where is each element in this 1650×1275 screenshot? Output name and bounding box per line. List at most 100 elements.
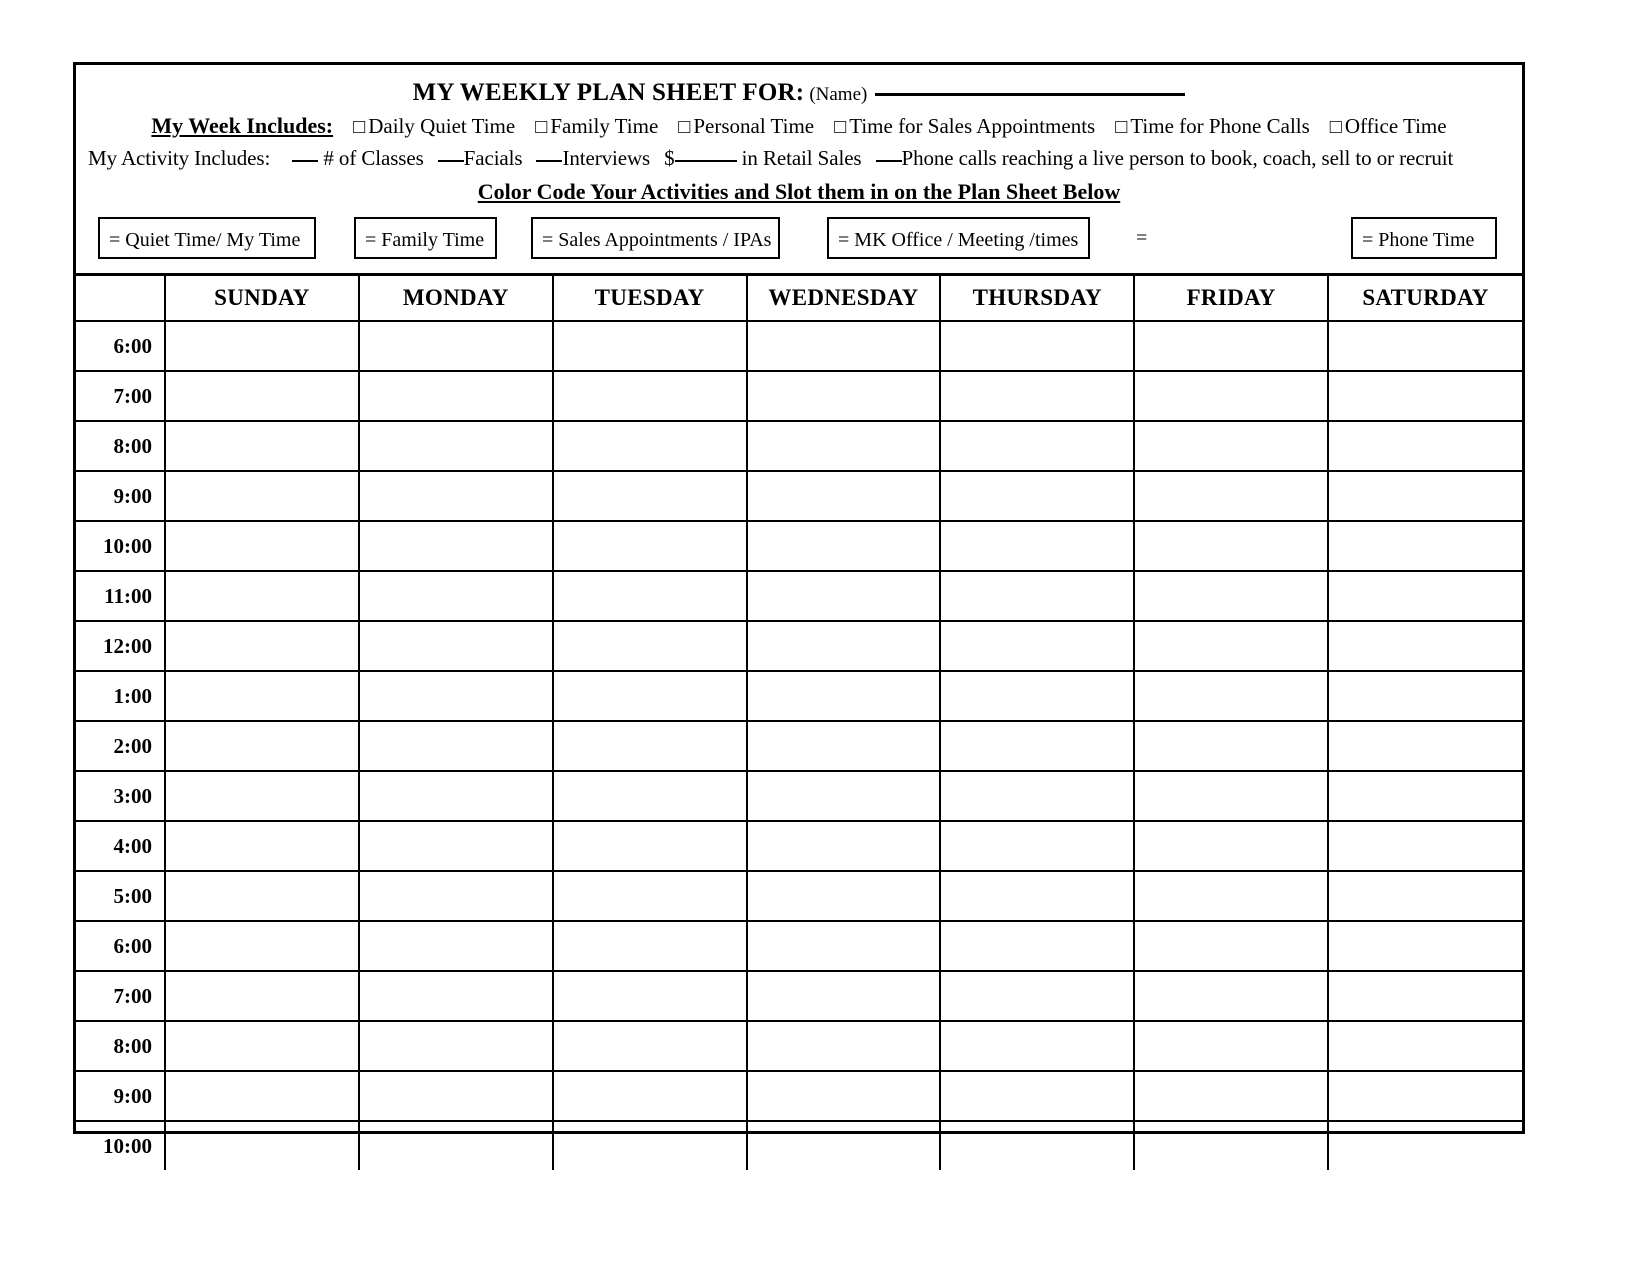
schedule-cell-wednesday-600[interactable]: [745, 320, 942, 372]
schedule-cell-saturday-900[interactable]: [1327, 470, 1522, 522]
schedule-cell-sunday-1000[interactable]: [164, 520, 360, 572]
schedule-cell-sunday-600[interactable]: [164, 920, 360, 972]
checkbox-item-office-time[interactable]: □ Office Time: [1330, 114, 1447, 138]
schedule-cell-tuesday-900[interactable]: [551, 1070, 748, 1122]
checkbox-icon[interactable]: □: [834, 116, 846, 138]
checkbox-item-phone-calls[interactable]: □ Time for Phone Calls: [1115, 114, 1310, 138]
schedule-cell-monday-500[interactable]: [357, 870, 554, 922]
schedule-cell-monday-600[interactable]: [357, 320, 554, 372]
checkbox-icon[interactable]: □: [1330, 116, 1342, 138]
schedule-cell-saturday-1000[interactable]: [1327, 1120, 1522, 1170]
schedule-cell-sunday-200[interactable]: [164, 720, 360, 772]
schedule-cell-tuesday-1000[interactable]: [551, 520, 748, 572]
schedule-cell-saturday-300[interactable]: [1327, 770, 1522, 822]
checkbox-item-personal-time[interactable]: □ Personal Time: [678, 114, 814, 138]
schedule-cell-tuesday-300[interactable]: [551, 770, 748, 822]
schedule-cell-friday-600[interactable]: [1133, 320, 1330, 372]
schedule-cell-friday-1100[interactable]: [1133, 570, 1330, 622]
schedule-cell-tuesday-600[interactable]: [551, 920, 748, 972]
schedule-cell-friday-900[interactable]: [1133, 1070, 1330, 1122]
schedule-cell-wednesday-1000[interactable]: [745, 1120, 942, 1170]
schedule-cell-thursday-600[interactable]: [939, 920, 1136, 972]
schedule-cell-thursday-400[interactable]: [939, 820, 1136, 872]
schedule-cell-thursday-1200[interactable]: [939, 620, 1136, 672]
schedule-cell-thursday-1000[interactable]: [939, 520, 1136, 572]
schedule-cell-saturday-900[interactable]: [1327, 1070, 1522, 1122]
schedule-cell-friday-600[interactable]: [1133, 920, 1330, 972]
schedule-cell-thursday-700[interactable]: [939, 970, 1136, 1022]
phone-calls-blank-field[interactable]: [875, 160, 902, 162]
schedule-cell-thursday-500[interactable]: [939, 870, 1136, 922]
schedule-cell-saturday-400[interactable]: [1327, 820, 1522, 872]
schedule-cell-sunday-1200[interactable]: [164, 620, 360, 672]
schedule-cell-thursday-1100[interactable]: [939, 570, 1136, 622]
schedule-cell-saturday-700[interactable]: [1327, 370, 1522, 422]
legend-box-sales-appointments[interactable]: = Sales Appointments / IPAs: [531, 217, 780, 259]
schedule-cell-monday-1100[interactable]: [357, 570, 554, 622]
schedule-cell-wednesday-1000[interactable]: [745, 520, 942, 572]
schedule-cell-tuesday-500[interactable]: [551, 870, 748, 922]
schedule-cell-thursday-900[interactable]: [939, 1070, 1136, 1122]
schedule-cell-thursday-800[interactable]: [939, 1020, 1136, 1072]
schedule-cell-tuesday-400[interactable]: [551, 820, 748, 872]
schedule-cell-saturday-1000[interactable]: [1327, 520, 1522, 572]
schedule-cell-sunday-800[interactable]: [164, 420, 360, 472]
schedule-cell-monday-800[interactable]: [357, 420, 554, 472]
schedule-cell-tuesday-200[interactable]: [551, 720, 748, 772]
schedule-cell-tuesday-700[interactable]: [551, 370, 748, 422]
legend-box-family-time[interactable]: = Family Time: [354, 217, 497, 259]
schedule-cell-sunday-300[interactable]: [164, 770, 360, 822]
schedule-cell-saturday-1100[interactable]: [1327, 570, 1522, 622]
schedule-cell-sunday-100[interactable]: [164, 670, 360, 722]
interviews-blank-field[interactable]: [536, 160, 563, 162]
schedule-cell-sunday-700[interactable]: [164, 370, 360, 422]
checkbox-item-daily-quiet-time[interactable]: □ Daily Quiet Time: [353, 114, 515, 138]
checkbox-icon[interactable]: □: [678, 116, 690, 138]
schedule-cell-wednesday-1100[interactable]: [745, 570, 942, 622]
schedule-cell-thursday-100[interactable]: [939, 670, 1136, 722]
schedule-cell-thursday-700[interactable]: [939, 370, 1136, 422]
schedule-cell-saturday-100[interactable]: [1327, 670, 1522, 722]
checkbox-icon[interactable]: □: [535, 116, 547, 138]
schedule-cell-thursday-200[interactable]: [939, 720, 1136, 772]
schedule-cell-friday-100[interactable]: [1133, 670, 1330, 722]
checkbox-icon[interactable]: □: [353, 116, 365, 138]
schedule-cell-friday-800[interactable]: [1133, 420, 1330, 472]
checkbox-item-family-time[interactable]: □ Family Time: [535, 114, 658, 138]
schedule-cell-saturday-700[interactable]: [1327, 970, 1522, 1022]
schedule-cell-wednesday-500[interactable]: [745, 870, 942, 922]
schedule-cell-wednesday-700[interactable]: [745, 970, 942, 1022]
schedule-cell-tuesday-1100[interactable]: [551, 570, 748, 622]
schedule-cell-wednesday-300[interactable]: [745, 770, 942, 822]
legend-box-phone-time[interactable]: = Phone Time: [1351, 217, 1497, 259]
schedule-cell-saturday-800[interactable]: [1327, 1020, 1522, 1072]
schedule-cell-wednesday-400[interactable]: [745, 820, 942, 872]
schedule-cell-monday-900[interactable]: [357, 470, 554, 522]
schedule-cell-tuesday-1200[interactable]: [551, 620, 748, 672]
schedule-cell-friday-1200[interactable]: [1133, 620, 1330, 672]
schedule-cell-friday-1000[interactable]: [1133, 1120, 1330, 1170]
schedule-cell-saturday-600[interactable]: [1327, 320, 1522, 372]
classes-blank-field[interactable]: [292, 160, 319, 162]
schedule-cell-sunday-400[interactable]: [164, 820, 360, 872]
schedule-cell-monday-700[interactable]: [357, 370, 554, 422]
schedule-cell-tuesday-800[interactable]: [551, 1020, 748, 1072]
schedule-cell-thursday-1000[interactable]: [939, 1120, 1136, 1170]
schedule-cell-monday-1000[interactable]: [357, 520, 554, 572]
schedule-cell-friday-200[interactable]: [1133, 720, 1330, 772]
schedule-cell-sunday-800[interactable]: [164, 1020, 360, 1072]
schedule-cell-friday-500[interactable]: [1133, 870, 1330, 922]
schedule-cell-monday-600[interactable]: [357, 920, 554, 972]
schedule-cell-monday-1200[interactable]: [357, 620, 554, 672]
schedule-cell-thursday-300[interactable]: [939, 770, 1136, 822]
schedule-cell-wednesday-200[interactable]: [745, 720, 942, 772]
name-blank-field[interactable]: [875, 93, 1186, 96]
schedule-cell-friday-1000[interactable]: [1133, 520, 1330, 572]
schedule-cell-tuesday-100[interactable]: [551, 670, 748, 722]
schedule-cell-wednesday-900[interactable]: [745, 1070, 942, 1122]
schedule-cell-sunday-500[interactable]: [164, 870, 360, 922]
checkbox-icon[interactable]: □: [1115, 116, 1127, 138]
schedule-cell-monday-1000[interactable]: [357, 1120, 554, 1170]
schedule-cell-tuesday-600[interactable]: [551, 320, 748, 372]
schedule-cell-friday-700[interactable]: [1133, 970, 1330, 1022]
